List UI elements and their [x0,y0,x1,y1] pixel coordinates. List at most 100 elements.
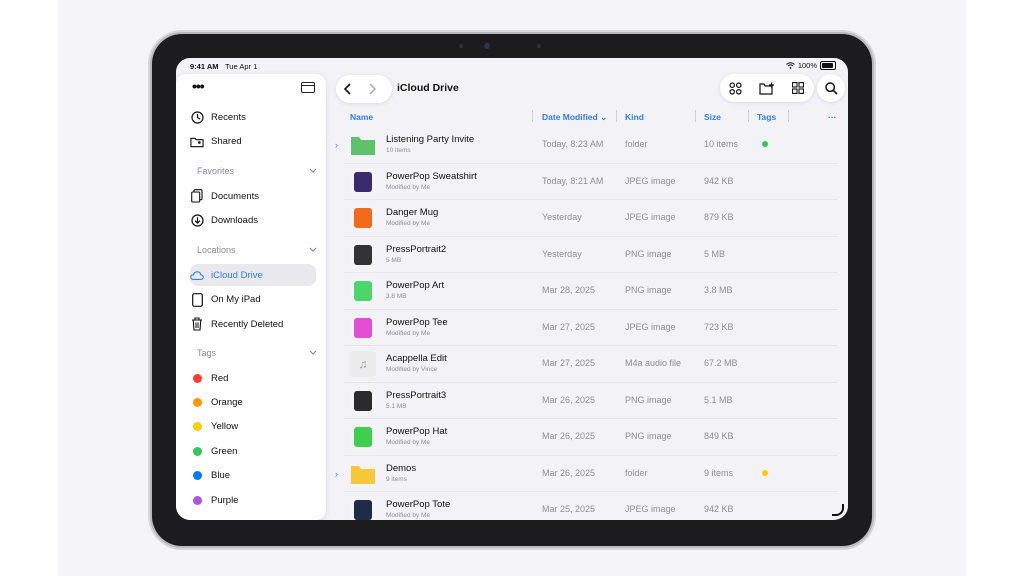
download-icon [190,214,204,228]
sidebar-tag-orange[interactable]: Orange [190,391,318,413]
file-row[interactable]: Danger Mug Modified by Me Yesterday JPEG im… [344,200,838,237]
action-button-group [720,74,814,102]
sidebar-toggle-icon[interactable] [301,82,315,93]
tag-label: Blue [211,470,231,482]
file-kind: M4a audio file [625,358,682,368]
tag-color-dot-icon [193,373,202,383]
file-size: 9 items [704,467,734,478]
file-subtitle: Modified by Me [386,183,431,191]
sensor-icon [459,44,463,48]
tag-color-dot-icon [193,495,202,505]
column-divider [788,110,789,122]
section-tags[interactable]: Tags [197,348,317,358]
file-name: Listening Party Invite [386,134,475,145]
image-thumbnail [350,314,376,341]
disclosure-chevron-icon[interactable]: › [335,140,338,150]
column-tags[interactable]: Tags [757,112,776,122]
file-name: PowerPop Sweatshirt [386,170,477,182]
file-name: PowerPop Tee [386,316,448,328]
disclosure-chevron-icon[interactable]: › [335,469,338,479]
sidebar-item-label: On My iPad [211,294,261,305]
sidebar-item-label: Shared [211,136,242,147]
status-time: 9:41 AM [190,62,219,71]
tags-button[interactable] [724,76,748,100]
file-subtitle: 5 MB [386,256,402,264]
file-row[interactable]: › Demos 9 items Mar 26, 2025 folder 9 items [335,456,838,492]
file-row[interactable]: PowerPop Tote Modified by Me Mar 25, 2025 J… [344,492,838,520]
file-row[interactable]: › Listening Party Invite 10 items Today, 8:… [335,127,838,164]
file-row[interactable]: PowerPop Hat Modified by Me Mar 26, 2025 PN… [344,419,838,456]
file-name: Danger Mug [386,207,439,218]
tag-label: Green [211,445,238,457]
file-size: 723 KB [704,321,734,332]
page-title: iCloud Drive [397,82,459,94]
file-name: Acappella Edit [386,353,447,364]
section-favorites[interactable]: Favorites [197,166,317,176]
file-date: Mar 28, 2025 [542,285,596,295]
resize-corner-icon [832,504,844,516]
file-subtitle: 10 items [386,147,411,154]
tag-dot-icon [762,141,768,147]
file-row[interactable]: PowerPop Art 3.8 MB Mar 28, 2025 PNG image 3… [344,273,838,310]
column-kind[interactable]: Kind [625,112,644,122]
sidebar-item-shared[interactable]: Shared [190,131,318,153]
sidebar-item-recently-deleted[interactable]: Recently Deleted [190,313,318,335]
file-row[interactable]: PressPortrait2 5 MB Yesterday PNG image 5 MB [344,237,838,273]
tag-dot-icon [762,469,768,476]
folder-icon [350,461,376,487]
chevron-down-icon [309,166,317,176]
new-folder-button[interactable] [755,76,779,100]
tag-label: Purple [211,494,239,506]
image-thumbnail [350,387,376,414]
column-date-modified[interactable]: Date Modified ⌄ [542,112,607,123]
column-size[interactable]: Size [704,112,721,122]
sidebar-tag-blue[interactable]: Blue [190,465,318,487]
ipad-icon [190,292,204,307]
file-row[interactable]: PowerPop Tee Modified by Me Mar 27, 2025 JP… [344,310,838,346]
file-row[interactable]: ♫ Acappella Edit Modified by Vince Mar 27, … [344,346,838,383]
file-list: › Listening Party Invite 10 items Today, 8:… [335,127,838,520]
sidebar-item-icloud-drive[interactable]: iCloud Drive [190,264,316,286]
file-name: Demos [386,462,417,474]
section-locations[interactable]: Locations [197,245,317,255]
file-subtitle: 3.8 MB [386,293,407,300]
column-more-button[interactable]: ··· [828,112,837,122]
file-date: Today, 8:23 AM [542,139,604,149]
file-name: PowerPop Tote [386,499,451,510]
sidebar-tag-red[interactable]: Red [190,367,318,389]
forward-button[interactable] [360,77,384,101]
tags-grid-icon [729,81,742,95]
section-title: Favorites [197,166,235,176]
ellipsis-icon[interactable]: ••• [192,78,205,94]
battery-icon [820,61,836,70]
chevron-down-icon [309,348,317,358]
file-date: Mar 26, 2025 [542,394,596,405]
chevron-down-icon: ⌄ [600,112,608,122]
chevron-left-icon [343,83,351,95]
file-date: Mar 26, 2025 [542,467,596,478]
file-row[interactable]: PressPortrait3 5.1 MB Mar 26, 2025 PNG imag… [344,383,838,419]
sidebar-item-documents[interactable]: Documents [190,185,318,207]
sidebar-tag-purple[interactable]: Purple [190,489,318,511]
documents-icon [190,189,204,203]
search-button[interactable] [817,74,845,102]
sidebar-item-on-my-ipad[interactable]: On My iPad [190,289,318,311]
sidebar-tag-yellow[interactable]: Yellow [190,416,318,438]
sidebar-tag-green[interactable]: Green [190,440,318,462]
file-date: Today, 8:21 AM [542,175,604,186]
tag-label: Yellow [211,421,239,433]
back-button[interactable] [336,77,360,101]
section-title: Locations [197,245,236,255]
view-options-button[interactable] [786,76,810,100]
file-date: Mar 27, 2025 [542,321,596,332]
file-name: PressPortrait3 [386,389,447,401]
column-date-label: Date Modified [542,112,598,122]
sidebar-item-downloads[interactable]: Downloads [190,210,318,232]
column-name[interactable]: Name [350,112,373,122]
file-size: 67.2 MB [704,358,738,368]
file-row[interactable]: PowerPop Sweatshirt Modified by Me Today, … [344,164,838,200]
chevron-down-icon [309,245,317,255]
tag-color-dot-icon [193,397,202,407]
column-divider [532,110,533,122]
sidebar-item-label: iCloud Drive [211,269,263,281]
